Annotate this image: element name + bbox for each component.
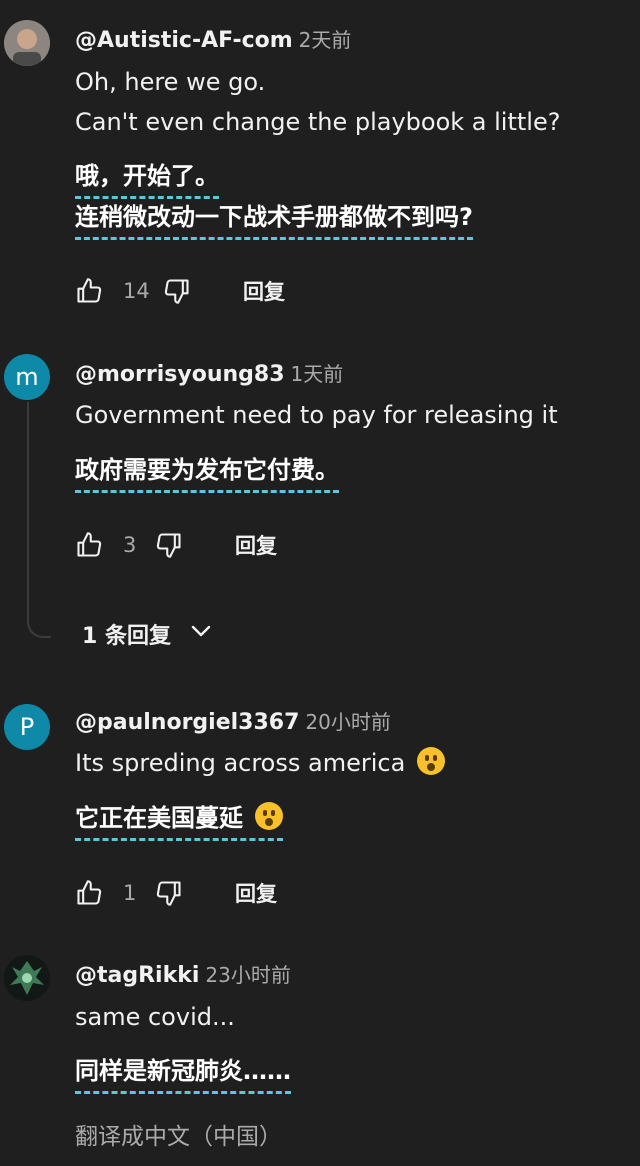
author-handle[interactable]: @paulnorgiel3367	[75, 710, 299, 735]
chevron-down-icon	[171, 619, 213, 649]
thumbs-down-icon[interactable]	[155, 879, 183, 907]
comment-text: Government need to pay for releasing it	[75, 395, 558, 435]
comment-actions: 14 回复	[75, 276, 285, 306]
author-handle[interactable]: @morrisyoung83	[75, 362, 285, 387]
comment-text-line: Can't even change the playbook a little?	[75, 108, 561, 136]
like-count: 1	[123, 881, 137, 905]
timestamp[interactable]: 2天前	[299, 28, 352, 52]
translation: 同样是新冠肺炎……	[75, 1053, 291, 1094]
thumbs-down-icon[interactable]	[155, 531, 183, 559]
translation-text: 它正在美国蔓延	[75, 804, 243, 832]
translate-link[interactable]: 翻译成中文（中国）	[75, 1117, 282, 1151]
translation: 政府需要为发布它付费。	[75, 452, 339, 493]
author-handle[interactable]: @Autistic-AF-com	[75, 28, 293, 53]
thumbs-down-icon[interactable]	[163, 277, 191, 305]
timestamp[interactable]: 23小时前	[205, 963, 290, 987]
translation: 哦，开始了。 连稍微改动一下战术手册都做不到吗?	[75, 158, 473, 240]
hushed-face-emoji	[255, 802, 283, 830]
comment-actions: 1 回复	[75, 878, 277, 908]
reply-button[interactable]: 回复	[235, 878, 277, 908]
avatar[interactable]: m	[4, 354, 50, 400]
timestamp[interactable]: 20小时前	[305, 710, 390, 734]
comment-text-line: same covid...	[75, 1003, 235, 1031]
comment-text: same covid...	[75, 997, 235, 1037]
like-count: 14	[123, 279, 150, 303]
thumbs-up-icon[interactable]	[75, 531, 103, 559]
avatar[interactable]	[4, 955, 50, 1001]
author-handle[interactable]: @tagRikki	[75, 963, 199, 988]
comment-header: @Autistic-AF-com 2天前	[75, 24, 351, 53]
comment-header: @tagRikki 23小时前	[75, 959, 291, 988]
avatar[interactable]	[4, 20, 50, 66]
thumbs-up-icon[interactable]	[75, 879, 103, 907]
comment-text-line: Oh, here we go.	[75, 68, 266, 96]
reply-button[interactable]: 回复	[235, 530, 277, 560]
comment-header: @morrisyoung83 1天前	[75, 358, 343, 387]
hushed-face-emoji	[417, 747, 446, 775]
translation-line: 它正在美国蔓延	[75, 800, 283, 841]
thumbs-up-icon[interactable]	[75, 277, 103, 305]
comment-text: Its spreding across america	[75, 743, 446, 783]
comment-text-line: Government need to pay for releasing it	[75, 401, 558, 429]
avatar[interactable]: P	[4, 704, 50, 750]
translation: 它正在美国蔓延	[75, 800, 283, 841]
like-count: 3	[123, 533, 137, 557]
comment-text-line: Its spreding across america	[75, 749, 406, 777]
comment-actions: 3 回复	[75, 530, 277, 560]
view-replies-button[interactable]: 1 条回复	[82, 618, 213, 650]
comment-text: Oh, here we go. Can't even change the pl…	[75, 62, 560, 142]
thread-connector	[27, 402, 51, 638]
timestamp[interactable]: 1天前	[291, 362, 344, 386]
translation-line: 哦，开始了。	[75, 158, 219, 199]
reply-button[interactable]: 回复	[243, 276, 285, 306]
translation-line: 连稍微改动一下战术手册都做不到吗?	[75, 199, 473, 240]
translation-line: 同样是新冠肺炎……	[75, 1053, 291, 1094]
comment-header: @paulnorgiel3367 20小时前	[75, 706, 391, 735]
replies-count-label: 1 条回复	[82, 624, 171, 649]
translation-line: 政府需要为发布它付费。	[75, 452, 339, 493]
